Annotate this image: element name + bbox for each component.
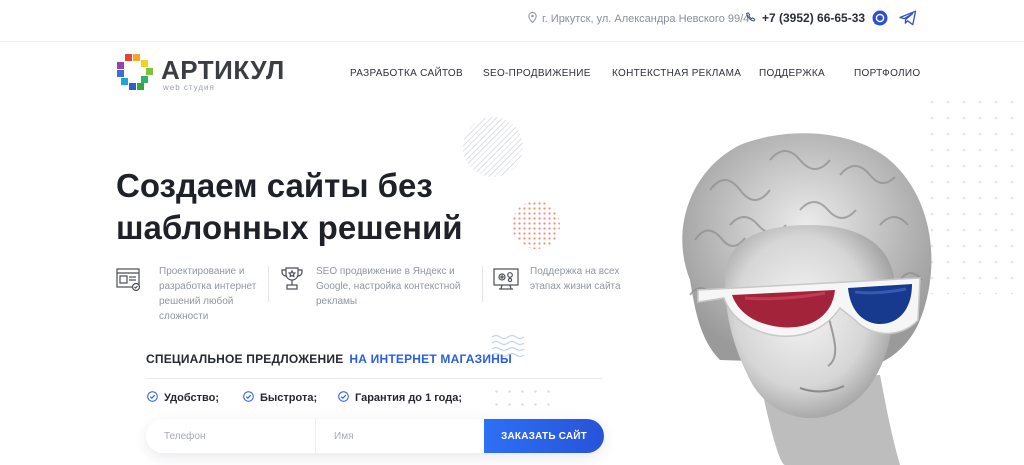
- messenger-button[interactable]: [870, 10, 890, 30]
- feature-seo-text: SEO продвижение в Яндекс и Google, настр…: [316, 266, 461, 307]
- nav-item-portfolio[interactable]: ПОРТФОЛИО: [854, 68, 920, 79]
- nav-item-seo[interactable]: SEO-ПРОДВИЖЕНИЕ: [483, 68, 591, 79]
- feature-divider: [482, 266, 483, 302]
- monitor-gears-icon: [492, 264, 520, 294]
- blueprint-icon: [115, 264, 143, 294]
- address: г. Иркутск, ул. Александра Невского 99/4: [528, 11, 750, 26]
- feature-seo: SEO продвижение в Яндекс и Google, настр…: [268, 264, 461, 309]
- trophy-icon: [278, 264, 306, 294]
- top-bar: г. Иркутск, ул. Александра Невского 99/4…: [0, 0, 1024, 42]
- check-circle-icon: [338, 391, 349, 405]
- feature-support-text: Поддержка на всех этапах жизни сайта: [530, 266, 621, 292]
- order-form: ЗАКАЗАТЬ САЙТ: [146, 419, 604, 453]
- order-site-button[interactable]: ЗАКАЗАТЬ САЙТ: [484, 419, 604, 453]
- feature-development: Проектирование и разработка интернет реш…: [115, 264, 256, 324]
- offer-label: СПЕЦИАЛЬНОЕ ПРЕДЛОЖЕНИЕ: [146, 352, 344, 366]
- hero-title-line-1: Создаем сайты без: [116, 167, 433, 204]
- offer-divider: [146, 378, 602, 379]
- phone-number: +7 (3952) 66-65-33: [762, 11, 866, 25]
- offer-accent: НА ИНТЕРНЕТ МАГАЗИНЫ: [349, 352, 512, 366]
- statue-with-3d-glasses-image: [650, 130, 950, 465]
- page: г. Иркутск, ул. Александра Невского 99/4…: [0, 0, 1024, 465]
- benefit-item: Удобство;: [147, 391, 219, 405]
- telegram-button[interactable]: [898, 10, 918, 30]
- nav-item-web-development[interactable]: РАЗРАБОТКА САЙТОВ: [350, 68, 463, 79]
- special-offer-heading: СПЕЦИАЛЬНОЕ ПРЕДЛОЖЕНИЕ НА ИНТЕРНЕТ МАГАЗ…: [146, 352, 512, 366]
- hero-title-line-2: шаблонных решений: [116, 209, 463, 246]
- feature-support: Поддержка на всех этапах жизни сайта: [482, 264, 621, 302]
- telegram-icon: [899, 10, 917, 31]
- logo-mark-icon: [115, 52, 155, 97]
- feature-development-text: Проектирование и разработка интернет реш…: [159, 266, 257, 322]
- check-circle-icon: [147, 391, 158, 405]
- logo-name: АРТИКУЛ: [161, 55, 285, 85]
- phone-input[interactable]: [146, 419, 315, 453]
- name-input[interactable]: [315, 419, 484, 453]
- phone-icon: [746, 11, 756, 25]
- logo[interactable]: АРТИКУЛ web студия: [115, 52, 285, 97]
- phone-link[interactable]: +7 (3952) 66-65-33: [746, 11, 865, 25]
- address-text: г. Иркутск, ул. Александра Невского 99/4: [542, 13, 750, 25]
- benefit-label: Быстрота;: [260, 392, 318, 404]
- hero-title: Создаем сайты без шаблонных решений: [116, 165, 536, 249]
- nav-item-support[interactable]: ПОДДЕРЖКА: [759, 68, 825, 79]
- benefit-item: Гарантия до 1 года;: [338, 391, 462, 405]
- dots-pattern-small: [490, 385, 550, 415]
- location-pin-icon: [528, 11, 537, 26]
- chat-bubble-icon: [871, 9, 889, 32]
- logo-subtitle: web студия: [163, 83, 215, 92]
- benefit-item: Быстрота;: [243, 391, 317, 405]
- benefit-label: Удобство;: [164, 392, 220, 404]
- benefit-label: Гарантия до 1 года;: [355, 392, 463, 404]
- nav-item-context-ads[interactable]: КОНТЕКСТНАЯ РЕКЛАМА: [612, 68, 741, 79]
- feature-divider: [268, 266, 269, 302]
- check-circle-icon: [243, 391, 254, 405]
